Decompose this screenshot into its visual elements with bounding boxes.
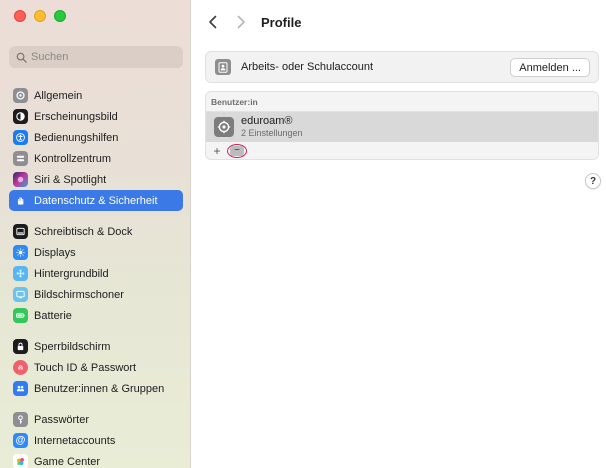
settings-window: Allgemein Erscheinungsbild Bedienungshil… <box>0 0 606 468</box>
wallpaper-icon <box>13 266 28 281</box>
add-profile-button[interactable]: + <box>210 144 224 158</box>
sidebar-item-touch-id-passwort[interactable]: Touch ID & Passwort <box>9 357 183 378</box>
sidebar-item-label: Displays <box>34 246 76 259</box>
search-icon <box>16 52 27 63</box>
sidebar-item-allgemein[interactable]: Allgemein <box>9 85 183 106</box>
sidebar-item-schreibtisch-dock[interactable]: Schreibtisch & Dock <box>9 221 183 242</box>
work-account-label: Arbeits- oder Schulaccount <box>241 61 374 73</box>
sidebar-nav: Allgemein Erscheinungsbild Bedienungshil… <box>9 85 183 468</box>
sidebar-item-kontrollzentrum[interactable]: Kontrollzentrum <box>9 148 183 169</box>
zoom-window-button[interactable] <box>54 10 66 22</box>
sidebar-item-siri-spotlight[interactable]: Siri & Spotlight <box>9 169 183 190</box>
remove-profile-button[interactable]: − <box>230 145 244 156</box>
profile-text: eduroam® 2 Einstellungen <box>241 114 303 139</box>
sidebar-item-label: Benutzer:innen & Gruppen <box>34 382 165 395</box>
sidebar-item-label: Touch ID & Passwort <box>34 361 137 374</box>
sidebar: Allgemein Erscheinungsbild Bedienungshil… <box>0 0 191 468</box>
sidebar-separator <box>9 399 183 409</box>
sidebar-item-passwoerter[interactable]: Passwörter <box>9 409 183 430</box>
sidebar-item-batterie[interactable]: Batterie <box>9 305 183 326</box>
sidebar-item-label: Kontrollzentrum <box>34 152 112 165</box>
sidebar-item-label: Hintergrundbild <box>34 267 109 280</box>
minimize-window-button[interactable] <box>34 10 46 22</box>
sidebar-item-hintergrundbild[interactable]: Hintergrundbild <box>9 263 183 284</box>
help-button[interactable]: ? <box>585 173 601 189</box>
sidebar-item-displays[interactable]: Displays <box>9 242 183 263</box>
sun-icon <box>13 245 28 260</box>
sidebar-item-label: Schreibtisch & Dock <box>34 225 133 238</box>
profile-subtitle: 2 Einstellungen <box>241 127 303 138</box>
sidebar-separator <box>9 326 183 336</box>
sidebar-item-label: Datenschutz & Sicherheit <box>34 194 158 207</box>
game-center-icon <box>13 454 28 468</box>
toolbar: Profile <box>191 0 606 44</box>
sidebar-item-label: Game Center <box>34 455 101 468</box>
sidebar-item-bedienungshilfen[interactable]: Bedienungshilfen <box>9 127 183 148</box>
forward-button[interactable] <box>231 12 251 32</box>
add-remove-controls: + − <box>206 142 598 159</box>
sign-in-button[interactable]: Anmelden ... <box>510 58 590 77</box>
gear-icon <box>13 88 28 103</box>
back-button[interactable] <box>203 12 223 32</box>
user-profiles-panel: Benutzer:in eduroam® 2 Einstellungen + − <box>205 91 599 160</box>
sidebar-item-bildschirmschoner[interactable]: Bildschirmschoner <box>9 284 183 305</box>
badge-icon <box>215 59 231 75</box>
sidebar-item-game-center[interactable]: Game Center <box>9 451 183 468</box>
fingerprint-icon <box>13 360 28 375</box>
control-center-icon <box>13 151 28 166</box>
sidebar-item-internetaccounts[interactable]: @ Internetaccounts <box>9 430 183 451</box>
siri-icon <box>13 172 28 187</box>
sidebar-item-label: Bildschirmschoner <box>34 288 124 301</box>
sidebar-item-erscheinungsbild[interactable]: Erscheinungsbild <box>9 106 183 127</box>
sidebar-item-label: Bedienungshilfen <box>34 131 119 144</box>
chevron-left-icon <box>209 15 217 29</box>
work-account-row: Arbeits- oder Schulaccount Anmelden ... <box>205 51 599 83</box>
close-window-button[interactable] <box>14 10 26 22</box>
sidebar-item-label: Batterie <box>34 309 72 322</box>
appearance-icon <box>13 109 28 124</box>
sidebar-item-benutzerinnen-gruppen[interactable]: Benutzer:innen & Gruppen <box>9 378 183 399</box>
users-header: Benutzer:in <box>206 92 598 112</box>
battery-icon <box>13 308 28 323</box>
profile-row[interactable]: eduroam® 2 Einstellungen <box>206 112 598 142</box>
search-input[interactable] <box>31 51 171 63</box>
sidebar-item-label: Allgemein <box>34 89 83 102</box>
sidebar-separator <box>9 211 183 221</box>
sidebar-item-label: Erscheinungsbild <box>34 110 118 123</box>
sidebar-search[interactable] <box>9 46 183 68</box>
key-icon <box>13 412 28 427</box>
hand-icon <box>13 193 28 208</box>
sidebar-item-label: Siri & Spotlight <box>34 173 107 186</box>
sidebar-item-label: Passwörter <box>34 413 90 426</box>
lock-icon <box>13 339 28 354</box>
window-controls <box>14 10 66 22</box>
main-pane: Profile Arbeits- oder Schulaccount Anmel… <box>191 0 606 468</box>
dock-icon <box>13 224 28 239</box>
profile-name: eduroam® <box>241 114 293 127</box>
sidebar-item-label: Sperrbildschirm <box>34 340 111 353</box>
users-icon <box>13 381 28 396</box>
sidebar-item-datenschutz-sicherheit[interactable]: Datenschutz & Sicherheit <box>9 190 183 211</box>
gear-icon <box>214 117 234 137</box>
sidebar-item-sperrbildschirm[interactable]: Sperrbildschirm <box>9 336 183 357</box>
at-icon: @ <box>13 433 28 448</box>
accessibility-icon <box>13 130 28 145</box>
screensaver-icon <box>13 287 28 302</box>
remove-highlight-ring: − <box>227 143 247 158</box>
page-title: Profile <box>261 14 302 30</box>
sidebar-item-label: Internetaccounts <box>34 434 116 447</box>
chevron-right-icon <box>237 15 245 29</box>
